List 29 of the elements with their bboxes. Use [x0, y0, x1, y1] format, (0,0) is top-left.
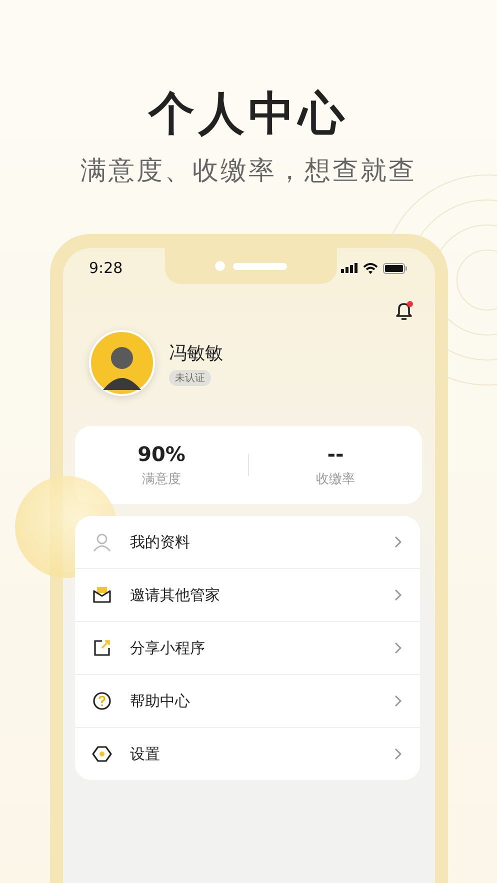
bell-icon[interactable] — [393, 300, 415, 322]
person-icon — [92, 532, 112, 552]
status-time: 9:28 — [89, 259, 123, 277]
chevron-icon — [394, 536, 402, 548]
envelope-icon — [92, 585, 112, 605]
stat-value: -- — [327, 442, 344, 466]
signal-icon — [341, 263, 358, 273]
chevron-icon — [394, 695, 402, 707]
chevron-icon — [394, 589, 402, 601]
menu-item[interactable]: 我的资料 — [75, 516, 420, 568]
stat-value: 90% — [138, 442, 186, 466]
battery-icon — [383, 262, 407, 274]
menu-item[interactable]: 分享小程序 — [75, 621, 420, 674]
settings-icon — [92, 744, 112, 764]
verification-badge: 未认证 — [169, 370, 211, 386]
user-name: 冯敏敏 — [169, 342, 223, 364]
chevron-icon — [394, 748, 402, 760]
page-subtitle: 满意度、收缴率，想查就查 — [80, 155, 416, 188]
avatar-icon — [89, 330, 155, 396]
help-icon — [92, 691, 112, 711]
menu-item[interactable]: 帮助中心 — [75, 674, 420, 727]
stat-label: 满意度 — [142, 471, 181, 488]
share-icon — [92, 638, 112, 658]
menu-item[interactable]: 设置 — [75, 727, 420, 780]
wifi-icon — [363, 262, 378, 274]
page-title: 个人中心 — [148, 85, 348, 142]
chevron-icon — [394, 642, 402, 654]
menu-item[interactable]: 邀请其他管家 — [75, 568, 420, 621]
stat-label: 收缴率 — [316, 471, 355, 488]
